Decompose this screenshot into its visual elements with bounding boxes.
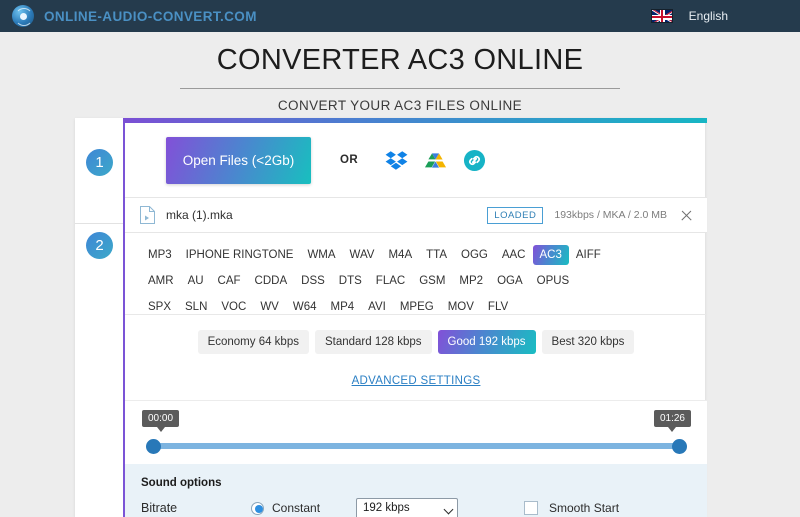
close-icon[interactable] bbox=[680, 209, 693, 222]
language-selector[interactable]: English bbox=[650, 9, 728, 23]
format-ogg[interactable]: OGG bbox=[454, 245, 495, 265]
format-mp3[interactable]: MP3 bbox=[141, 245, 179, 265]
site-brand[interactable]: ONLINE-AUDIO-CONVERT.COM bbox=[12, 5, 257, 27]
bitrate-row: Bitrate Constant 192 kbps Smooth Start bbox=[141, 497, 707, 517]
open-files-button[interactable]: Open Files (<2Gb) bbox=[166, 136, 311, 184]
format-gsm[interactable]: GSM bbox=[412, 271, 452, 291]
format-mp2[interactable]: MP2 bbox=[452, 271, 490, 291]
link-url-icon[interactable] bbox=[463, 149, 486, 172]
step-badge-2: 2 bbox=[86, 232, 113, 259]
uk-flag-icon bbox=[650, 9, 673, 23]
timeline-end-label: 01:26 bbox=[653, 410, 691, 432]
format-dss[interactable]: DSS bbox=[294, 271, 332, 291]
upload-row: Open Files (<2Gb) OR bbox=[125, 123, 707, 197]
quality-standard[interactable]: Standard 128 kbps bbox=[314, 330, 432, 354]
file-row: mka (1).mka LOADED 193kbps / MKA / 2.0 M… bbox=[125, 197, 707, 233]
language-label: English bbox=[688, 9, 728, 23]
format-grid: MP3 IPHONE RINGTONE WMA WAV M4A TTA OGG … bbox=[125, 234, 707, 331]
timeline-start-label: 00:00 bbox=[142, 410, 180, 432]
cloud-sources bbox=[385, 149, 486, 172]
timeline-inner: 00:00 01:26 bbox=[141, 401, 691, 465]
quality-good[interactable]: Good 192 kbps bbox=[437, 330, 536, 354]
format-m4a[interactable]: M4A bbox=[381, 245, 419, 265]
format-wma[interactable]: WMA bbox=[300, 245, 342, 265]
smooth-start-checkbox[interactable] bbox=[524, 501, 538, 515]
google-drive-icon[interactable] bbox=[424, 149, 447, 172]
or-label: OR bbox=[340, 154, 359, 166]
quality-economy[interactable]: Economy 64 kbps bbox=[197, 330, 309, 354]
timeline-start-handle[interactable] bbox=[146, 439, 161, 454]
brand-label: ONLINE-AUDIO-CONVERT.COM bbox=[44, 8, 257, 24]
bitrate-constant-label: Constant bbox=[272, 501, 321, 515]
page-subtitle: CONVERT YOUR AC3 FILES ONLINE bbox=[277, 98, 523, 113]
format-ac3[interactable]: AC3 bbox=[532, 244, 569, 265]
format-dts[interactable]: DTS bbox=[332, 271, 369, 291]
format-flac[interactable]: FLAC bbox=[369, 271, 412, 291]
top-bar: ONLINE-AUDIO-CONVERT.COM English bbox=[0, 0, 800, 32]
format-iphone-ringtone[interactable]: IPHONE RINGTONE bbox=[179, 245, 301, 265]
format-row-2: AMR AU CAF CDDA DSS DTS FLAC GSM MP2 OGA… bbox=[141, 269, 691, 292]
format-cdda[interactable]: CDDA bbox=[248, 271, 295, 291]
step-column: 1 2 bbox=[75, 118, 123, 517]
step-badge-1: 1 bbox=[86, 149, 113, 176]
format-tta[interactable]: TTA bbox=[419, 245, 454, 265]
converter-panel: 1 2 Open Files (<2Gb) OR mka (1).mka LOA… bbox=[75, 118, 707, 517]
bitrate-select-wrap: 192 kbps bbox=[356, 497, 458, 517]
format-oga[interactable]: OGA bbox=[490, 271, 530, 291]
file-meta: 193kbps / MKA / 2.0 MB bbox=[554, 209, 667, 221]
quality-best[interactable]: Best 320 kbps bbox=[541, 330, 635, 354]
format-au[interactable]: AU bbox=[181, 271, 211, 291]
quality-options: Economy 64 kbps Standard 128 kbps Good 1… bbox=[125, 330, 707, 354]
audio-disc-icon bbox=[12, 5, 34, 27]
bitrate-select[interactable]: 192 kbps bbox=[356, 497, 458, 517]
format-amr[interactable]: AMR bbox=[141, 271, 181, 291]
sound-options-title: Sound options bbox=[141, 477, 222, 489]
format-aac[interactable]: AAC bbox=[495, 245, 533, 265]
format-caf[interactable]: CAF bbox=[211, 271, 248, 291]
format-row-1: MP3 IPHONE RINGTONE WMA WAV M4A TTA OGG … bbox=[141, 243, 691, 266]
format-divider bbox=[125, 314, 707, 315]
sound-options-section: Sound options Bitrate Constant 192 kbps … bbox=[125, 464, 707, 517]
audio-file-icon bbox=[139, 205, 156, 225]
page-title: CONVERTER AC3 ONLINE bbox=[216, 44, 584, 76]
bitrate-constant-radio[interactable] bbox=[251, 501, 264, 515]
status-badge: LOADED bbox=[487, 206, 544, 224]
format-opus[interactable]: OPUS bbox=[530, 271, 577, 291]
page-root: ONLINE-AUDIO-CONVERT.COM English CONVERT… bbox=[0, 0, 800, 517]
file-name: mka (1).mka bbox=[166, 208, 233, 222]
timeline-end-handle[interactable] bbox=[672, 439, 687, 454]
format-wav[interactable]: WAV bbox=[343, 245, 382, 265]
bitrate-label: Bitrate bbox=[141, 501, 178, 515]
dropbox-icon[interactable] bbox=[385, 149, 408, 172]
trim-timeline: 00:00 01:26 bbox=[125, 400, 707, 464]
smooth-start-label: Smooth Start bbox=[549, 501, 620, 515]
timeline-track[interactable] bbox=[153, 443, 679, 449]
format-aiff[interactable]: AIFF bbox=[569, 245, 608, 265]
title-divider bbox=[180, 88, 620, 89]
panel-content: Open Files (<2Gb) OR mka (1).mka LOADED … bbox=[123, 118, 707, 517]
step-divider bbox=[75, 223, 123, 224]
advanced-settings-link[interactable]: ADVANCED SETTINGS bbox=[125, 375, 707, 387]
